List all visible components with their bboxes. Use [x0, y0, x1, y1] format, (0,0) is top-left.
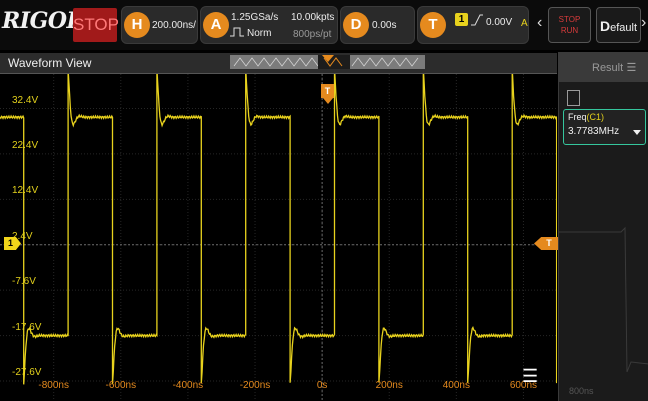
default-button[interactable]: Default	[596, 7, 641, 43]
y-tick-label: 12.4V	[12, 185, 39, 197]
y-tick-label: 22.4V	[12, 139, 39, 151]
rising-edge-icon	[471, 14, 483, 26]
timebase-value: 200.00ns/	[152, 20, 196, 31]
acquire-waveform-icon	[230, 27, 244, 37]
freq-measurement[interactable]: Freq(C1) 3.7783MHz	[563, 109, 646, 145]
points-resolution: 800ps/pt	[293, 29, 332, 40]
y-tick-label: -7.6V	[12, 276, 36, 288]
chevron-left-icon[interactable]: ‹	[537, 14, 542, 32]
x-tick-label: -400ns	[172, 380, 204, 391]
x-tick-label: 400ns	[442, 380, 470, 391]
freq-channel: (C1)	[586, 112, 605, 122]
y-tick-label: 32.4V	[12, 94, 39, 106]
result-header[interactable]: Result ☰	[559, 52, 648, 82]
channel1-trace	[0, 74, 557, 385]
background-waveform-ghost	[559, 226, 648, 373]
acquire-panel[interactable]: A 1.25GSa/s 10.00kpts Norm 800ps/pt	[200, 6, 338, 44]
result-title: Result	[592, 62, 624, 74]
freq-label-row: Freq(C1)	[568, 112, 604, 122]
default-label-initial: D	[599, 18, 611, 34]
horizontal-key[interactable]: H	[124, 12, 150, 38]
trigger-coupling: A	[521, 18, 528, 29]
acquire-mode: Norm	[247, 28, 272, 39]
waveform-plot[interactable]	[0, 74, 557, 401]
trigger-source-badge: 1	[455, 13, 468, 26]
trigger-level: 0.00V	[486, 17, 513, 28]
result-panel: Result ☰ Freq(C1) 3.7783MHz 800ns	[558, 52, 648, 401]
acquire-key[interactable]: A	[203, 12, 229, 38]
menu-icon[interactable]: ☰	[522, 366, 538, 387]
x-tick-label: -600ns	[105, 380, 137, 391]
sample-rate: 1.25GSa/s	[231, 12, 279, 23]
stop-run-label-top: STOP	[558, 15, 581, 24]
trigger-position-arrow	[323, 98, 333, 104]
x-tick-label: -800ns	[38, 380, 69, 391]
delay-key[interactable]: D	[343, 12, 369, 38]
x-tick-label: 200ns	[375, 380, 403, 391]
horizontal-panel[interactable]: H 200.00ns/	[121, 6, 198, 44]
y-tick-label: -17.6V	[12, 321, 42, 333]
trigger-position-marker[interactable]: T	[321, 84, 334, 98]
default-label-rest: efault	[610, 22, 638, 34]
memory-depth: 10.00kpts	[291, 12, 335, 23]
delay-panel[interactable]: D 0.00s	[340, 6, 415, 44]
stop-run-button[interactable]: STOP RUN	[548, 7, 591, 43]
stop-run-label-bottom: RUN	[560, 26, 579, 35]
view-position-marker-icon[interactable]	[320, 54, 336, 64]
x-tick-label: -200ns	[239, 380, 271, 391]
x-tick-label: 0s	[316, 380, 328, 391]
rigol-logo: RIGOL	[2, 8, 82, 34]
run-state-indicator[interactable]: STOP	[73, 8, 119, 42]
freq-label: Freq	[568, 112, 587, 122]
background-tick-label: 800ns	[569, 386, 594, 396]
delay-value: 0.00s	[372, 20, 397, 31]
document-icon[interactable]	[567, 90, 580, 106]
chevron-right-icon[interactable]: ›	[641, 14, 646, 32]
result-menu-icon[interactable]: ☰	[627, 62, 637, 74]
freq-value: 3.7783MHz	[568, 126, 620, 137]
top-toolbar: RIGOL STOP H 200.00ns/ A 1.25GSa/s 10.00…	[0, 0, 648, 50]
waveform-view-title: Waveform View	[8, 56, 92, 70]
trigger-key[interactable]: T	[420, 12, 446, 38]
y-tick-label: -27.6V	[12, 367, 42, 379]
dropdown-arrow-icon[interactable]	[633, 130, 641, 135]
